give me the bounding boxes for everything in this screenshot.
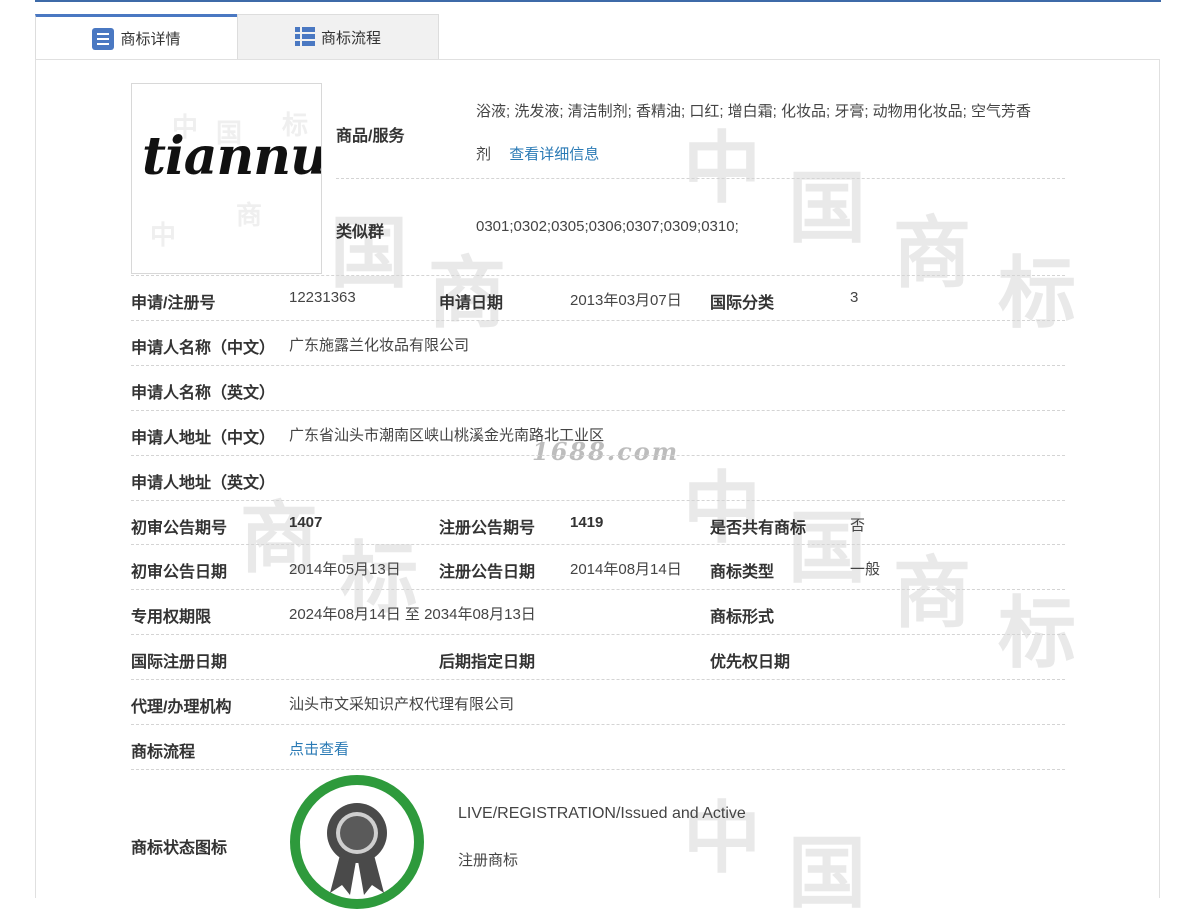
apply-date-value: 2013年03月07日 — [570, 292, 682, 309]
tm-form-label: 商标形式 — [710, 609, 775, 626]
reg-issue-label: 注册公告期号 — [439, 520, 536, 537]
logo-text: tiannuo — [142, 126, 321, 187]
divider — [131, 455, 1065, 456]
goods-line-2-text: 剂 — [476, 146, 492, 163]
reg-date-value: 2014年08月14日 — [570, 561, 682, 578]
goods-line-2: 剂 查看详细信息 — [476, 143, 599, 164]
list-icon — [92, 27, 115, 50]
flow-label: 商标流程 — [131, 744, 196, 761]
divider — [131, 634, 1065, 635]
divider — [131, 410, 1065, 411]
intl-class-label: 国际分类 — [710, 295, 775, 312]
divider — [131, 679, 1065, 680]
reg-issue-value: 1419 — [570, 514, 604, 531]
flow-link[interactable]: 点击查看 — [289, 738, 349, 759]
svg-text:中: 中 — [150, 221, 176, 251]
agent-label: 代理/办理机构 — [131, 699, 232, 716]
divider — [131, 365, 1065, 366]
table-icon — [294, 27, 315, 47]
tm-type-value: 一般 — [850, 561, 881, 578]
top-border — [35, 0, 1161, 2]
goods-line-1: 浴液; 洗发液; 清洁制剂; 香精油; 口红; 增白霜; 化妆品; 牙膏; 动物… — [476, 103, 1032, 120]
medal-icon — [327, 803, 387, 895]
trademark-image: 中国 中商标 tiannuo — [131, 83, 322, 274]
divider — [131, 769, 1065, 770]
exclusive-label: 专用权期限 — [131, 609, 212, 626]
tab-label: 商标详情 — [120, 31, 181, 48]
prelim-date-label: 初审公告日期 — [131, 564, 228, 581]
later-date-label: 后期指定日期 — [439, 654, 536, 671]
intl-reg-date-label: 国际注册日期 — [131, 654, 228, 671]
shared-label: 是否共有商标 — [710, 520, 807, 537]
divider — [131, 724, 1065, 725]
view-detail-link[interactable]: 查看详细信息 — [509, 146, 599, 163]
status-icon-label: 商标状态图标 — [131, 840, 228, 857]
priority-date-label: 优先权日期 — [710, 654, 791, 671]
address-cn-label: 申请人地址（中文） — [131, 430, 276, 447]
prelim-issue-label: 初审公告期号 — [131, 520, 228, 537]
goods-label: 商品/服务 — [336, 128, 405, 145]
status-line-2: 注册商标 — [458, 852, 519, 869]
similar-group-value: 0301;0302;0305;0306;0307;0309;0310; — [476, 218, 739, 235]
address-en-label: 申请人地址（英文） — [131, 475, 276, 492]
exclusive-value: 2024年08月14日 至 2034年08月13日 — [289, 606, 536, 623]
tab-label: 商标流程 — [320, 29, 381, 47]
divider — [336, 178, 1065, 179]
applicant-cn-label: 申请人名称（中文） — [131, 340, 276, 357]
status-badge — [290, 775, 424, 909]
divider — [131, 320, 1065, 321]
divider — [131, 500, 1065, 501]
divider — [131, 275, 1065, 276]
tab-trademark-detail[interactable]: 商标详情 — [35, 14, 237, 60]
divider — [131, 544, 1065, 545]
apply-date-label: 申请日期 — [439, 295, 504, 312]
reg-date-label: 注册公告日期 — [439, 564, 536, 581]
reg-no-label: 申请/注册号 — [131, 295, 216, 312]
prelim-issue-value: 1407 — [289, 514, 323, 531]
applicant-cn-value: 广东施露兰化妆品有限公司 — [289, 337, 470, 354]
tab-trademark-flow[interactable]: 商标流程 — [237, 14, 439, 59]
applicant-en-label: 申请人名称（英文） — [131, 385, 276, 402]
similar-group-label: 类似群 — [336, 224, 385, 241]
reg-no-value: 12231363 — [289, 289, 356, 306]
intl-class-value: 3 — [850, 289, 859, 306]
address-cn-value: 广东省汕头市潮南区峡山桃溪金光南路北工业区 — [289, 427, 605, 444]
tm-type-label: 商标类型 — [710, 564, 775, 581]
divider — [131, 589, 1065, 590]
tab-bar: 商标详情 商标流程 — [35, 14, 439, 60]
status-line-1: LIVE/REGISTRATION/Issued and Active — [458, 805, 746, 822]
svg-text:商: 商 — [236, 200, 262, 231]
agent-value: 汕头市文采知识产权代理有限公司 — [289, 696, 515, 713]
shared-value: 否 — [850, 517, 866, 534]
prelim-date-value: 2014年05月13日 — [289, 561, 401, 578]
